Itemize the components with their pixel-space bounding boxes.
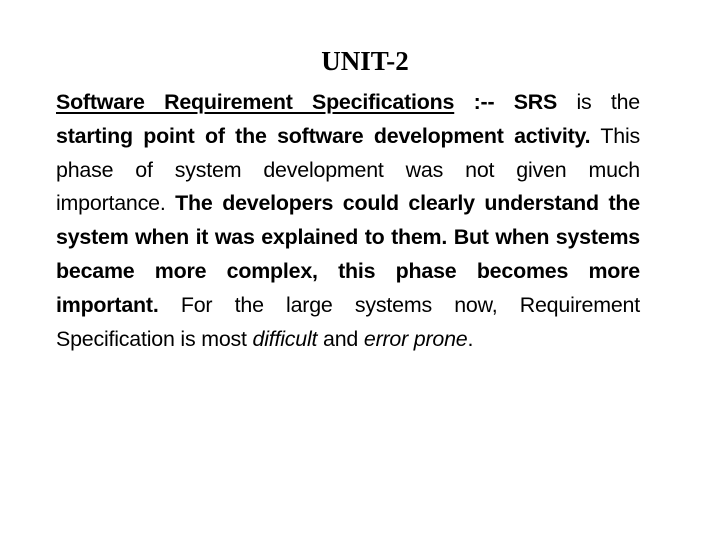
text-run: and	[317, 326, 364, 351]
srs-label: :-- SRS	[454, 90, 558, 114]
term-heading: Software Requirement Specifications	[56, 90, 455, 114]
slide-title: UNIT-2	[321, 46, 409, 76]
text-run: .	[467, 326, 474, 351]
italic-run: error prone	[363, 326, 468, 351]
emphasis-run: starting point of the software developme…	[56, 123, 591, 148]
body-paragraph: Software Requirement Specifications :-- …	[56, 86, 640, 356]
text-run: is the	[557, 90, 641, 114]
slide: UNIT-2 Software Requirement Specificatio…	[0, 0, 720, 540]
italic-run: difficult	[252, 326, 318, 351]
